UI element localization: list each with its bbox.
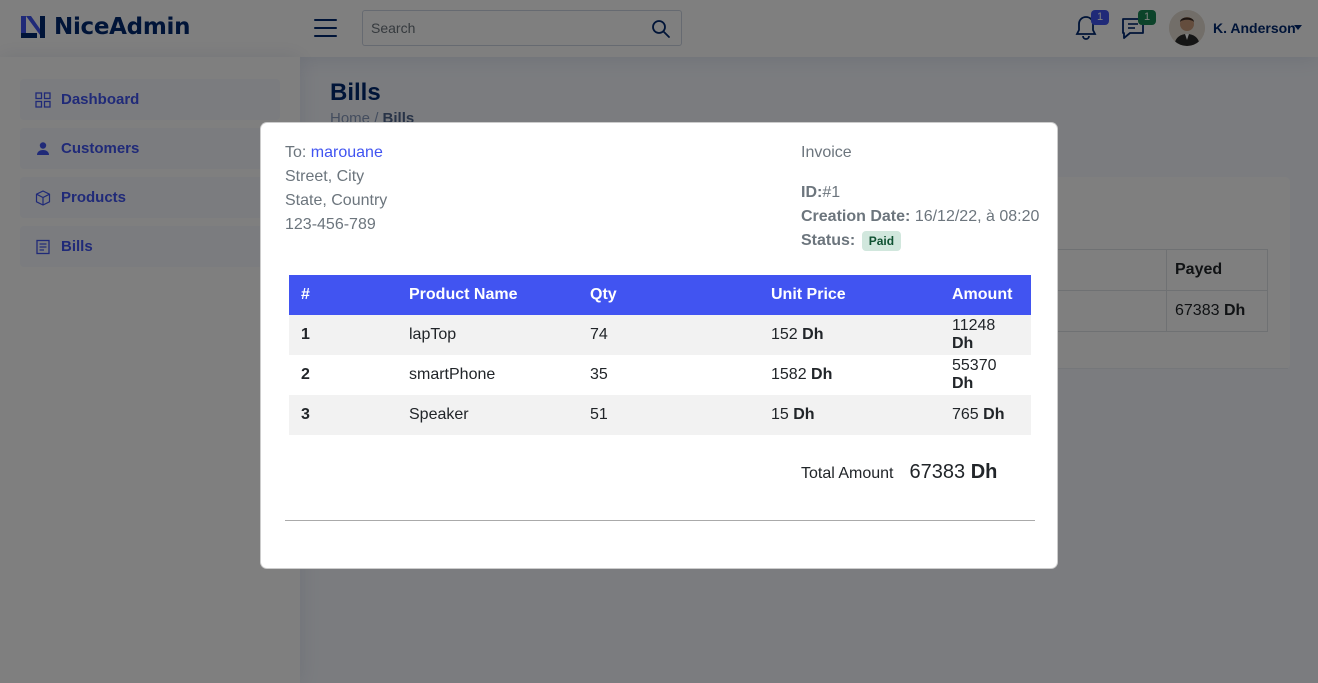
column-header-number: #	[301, 286, 310, 303]
column-header-unit-price: Unit Price	[771, 286, 846, 303]
table-row: 3 Speaker 51 15 Dh 765 Dh	[289, 395, 1031, 435]
address-line1: Street, City	[285, 168, 365, 185]
invoice-items-table: # Product Name Qty Unit Price Amount 1 l…	[289, 275, 1031, 435]
unit-price: 1582 Dh	[771, 366, 833, 383]
invoice-creation-date: Creation Date: 16/12/22, à 08:20	[801, 208, 1040, 225]
product-name: lapTop	[409, 326, 457, 343]
amount: 55370 Dh	[952, 357, 997, 392]
product-name: smartPhone	[409, 366, 496, 383]
unit-price: 152 Dh	[771, 326, 824, 343]
column-header-amount: Amount	[952, 286, 1013, 303]
quantity: 74	[590, 326, 608, 343]
modal-footer-divider	[285, 520, 1035, 521]
amount: 11248 Dh	[952, 317, 996, 352]
to-label: To:	[285, 144, 307, 161]
amount: 765 Dh	[952, 406, 1005, 423]
table-row: 1 lapTop 74 152 Dh 11248 Dh	[289, 315, 1031, 355]
column-header-product-name: Product Name	[409, 286, 518, 303]
row-number: 2	[301, 366, 310, 383]
quantity: 51	[590, 406, 608, 423]
total-amount: Total Amount 67383 Dh	[801, 461, 997, 484]
row-number: 1	[301, 326, 310, 343]
invoice-title: Invoice	[801, 144, 852, 161]
invoice-modal: To: marouane Street, City State, Country…	[260, 122, 1058, 569]
row-number: 3	[301, 406, 310, 423]
column-header-qty: Qty	[590, 286, 617, 303]
total-label: Total Amount	[801, 465, 894, 482]
unit-price: 15 Dh	[771, 406, 815, 423]
invoice-details: Invoice ID:#1 Creation Date: 16/12/22, à…	[801, 141, 1039, 253]
product-name: Speaker	[409, 406, 469, 423]
invoice-status: Status: Paid	[801, 229, 1039, 253]
status-badge: Paid	[861, 230, 902, 251]
recipient-block: To: marouane Street, City State, Country…	[285, 141, 387, 237]
quantity: 35	[590, 366, 608, 383]
phone: 123-456-789	[285, 216, 376, 233]
address-line2: State, Country	[285, 192, 388, 209]
total-value: 67383 Dh	[909, 461, 998, 483]
table-header-row: # Product Name Qty Unit Price Amount	[289, 275, 1031, 315]
customer-link[interactable]: marouane	[311, 144, 383, 161]
invoice-id: ID:#1	[801, 184, 841, 201]
table-row: 2 smartPhone 35 1582 Dh 55370 Dh	[289, 355, 1031, 395]
